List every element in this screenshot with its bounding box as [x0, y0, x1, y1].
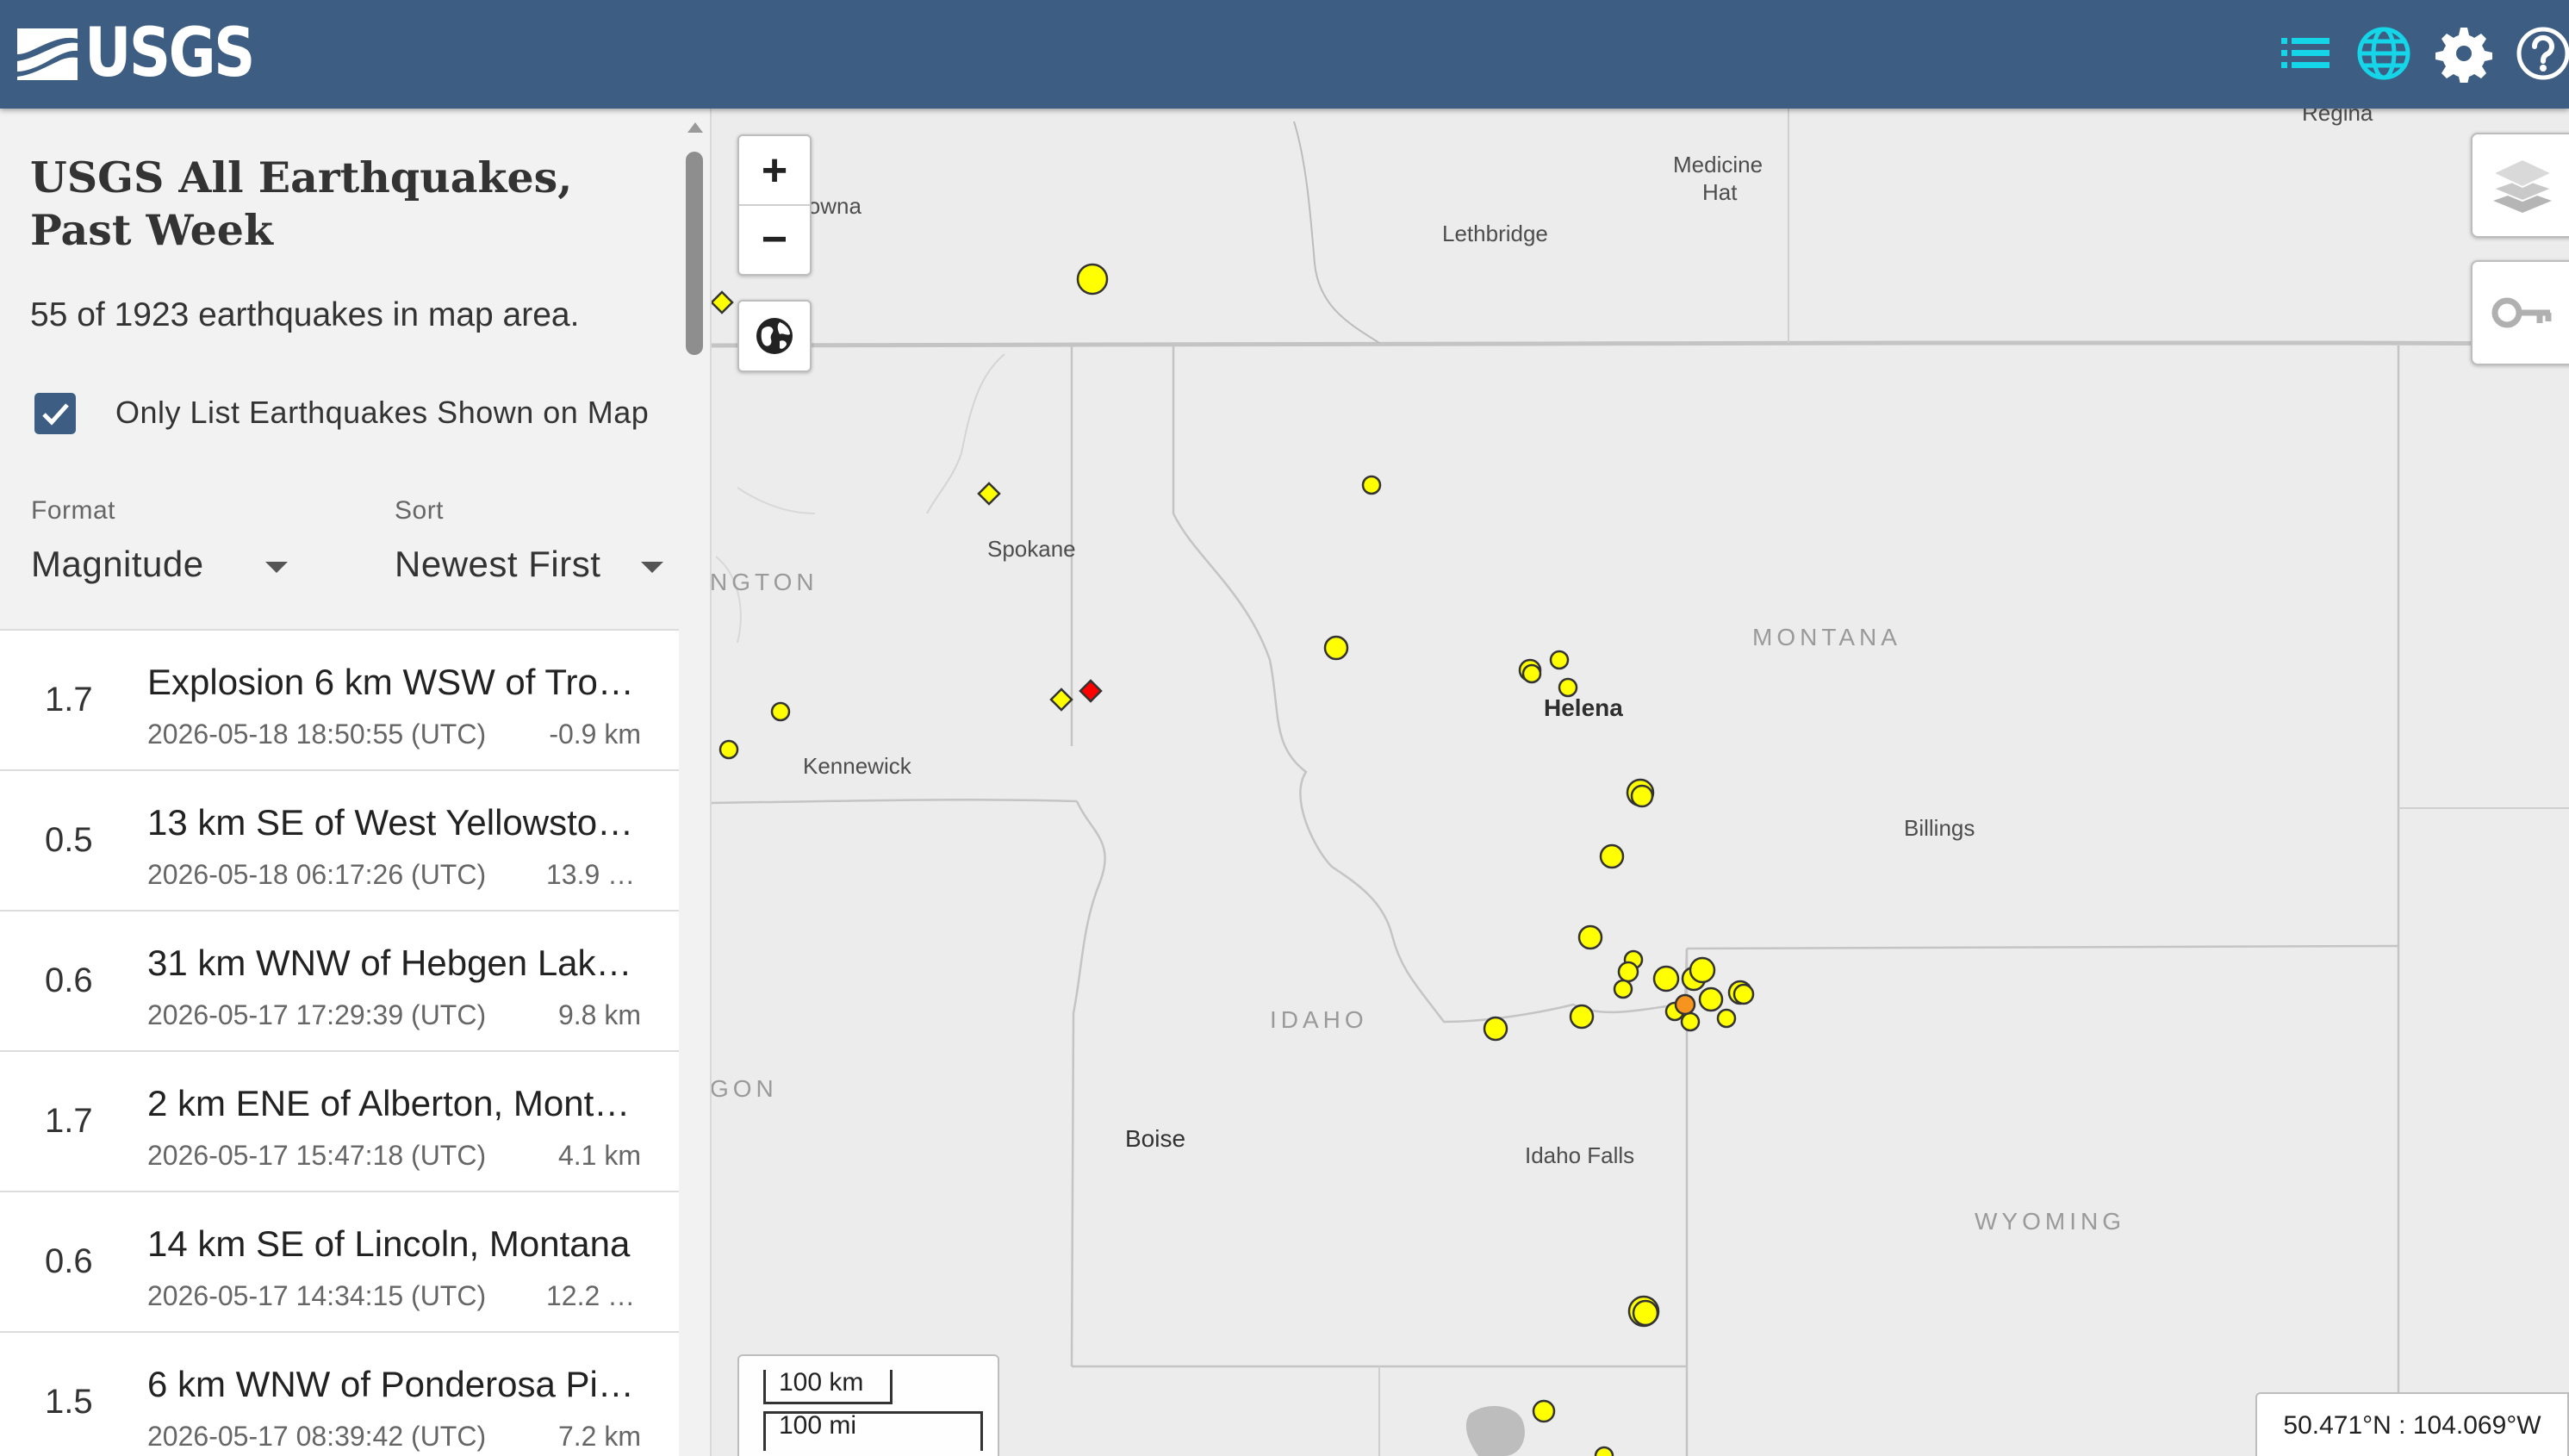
magnitude: 0.5 — [45, 821, 93, 859]
earthquake-marker — [1076, 263, 1109, 296]
earthquake-marker — [1630, 784, 1654, 808]
event-depth: 4.1 km — [557, 1140, 641, 1171]
event-depth: 12.2 km — [546, 1280, 641, 1311]
magnitude: 0.6 — [45, 961, 93, 999]
earthquake-marker — [1532, 1399, 1556, 1423]
list-item[interactable]: 1.7 2 km ENE of Alberton, Montana 2026-0… — [0, 1052, 679, 1192]
chevron-down-icon — [641, 562, 663, 573]
map-scale-bar: 100 km 100 mi — [737, 1354, 999, 1456]
earthquake-marker — [1716, 1008, 1737, 1029]
magnitude: 0.6 — [45, 1242, 93, 1280]
earthquake-marker — [1599, 843, 1625, 869]
earthquake-marker — [1577, 924, 1603, 950]
globe-icon[interactable] — [2354, 24, 2413, 83]
earthquake-marker — [1689, 956, 1716, 984]
earthquake-marker — [718, 739, 739, 760]
cursor-coordinates: 50.471°N : 104.069°W — [2255, 1392, 2569, 1456]
magnitude: 1.5 — [45, 1383, 93, 1421]
earthquake-list: 1.7 Explosion 6 km WSW of Troy, Montana … — [0, 629, 679, 1456]
sort-label: Sort — [395, 496, 445, 525]
earthquake-marker — [1483, 1016, 1508, 1042]
earthquake-marker — [1558, 677, 1578, 698]
earthquake-map[interactable]: Regina lowna Medicine Hat Lethbridge Spo… — [712, 109, 2569, 1456]
page-title: USGS All Earthquakes, Past Week — [30, 152, 573, 255]
only-list-checkbox[interactable] — [34, 393, 76, 434]
event-place: 14 km SE of Lincoln, Montana — [147, 1223, 631, 1264]
sidebar-scrollbar[interactable] — [681, 109, 706, 1456]
gear-icon[interactable] — [2435, 24, 2493, 83]
scale-km-label: 100 km — [779, 1368, 864, 1397]
event-depth: 13.9 km — [546, 859, 641, 890]
event-time: 2026-05-17 17:29:39 (UTC) — [147, 999, 487, 1030]
earthquake-list-panel: USGS All Earthquakes, Past Week 55 of 19… — [0, 109, 712, 1456]
earthquake-marker — [1698, 986, 1724, 1012]
event-time: 2026-05-17 15:47:18 (UTC) — [147, 1140, 487, 1171]
legend-button[interactable] — [2471, 260, 2569, 365]
earthquake-marker — [1521, 663, 1542, 684]
earthquake-marker — [1549, 650, 1570, 670]
layers-button[interactable] — [2471, 133, 2569, 238]
earthquake-marker — [1569, 1004, 1595, 1030]
earthquake-marker-recent — [1674, 993, 1696, 1016]
list-item[interactable]: 1.7 Explosion 6 km WSW of Troy, Montana … — [0, 631, 679, 771]
list-item[interactable]: 0.6 31 km WNW of Hebgen Lake Estates, Mo… — [0, 912, 679, 1052]
explosion-marker — [1049, 688, 1073, 712]
event-depth: 9.8 km — [557, 999, 641, 1030]
help-icon[interactable] — [2514, 24, 2569, 83]
earthquake-count: 55 of 1923 earthquakes in map area. — [30, 296, 580, 333]
explosion-marker — [977, 482, 1001, 506]
magnitude: 1.7 — [45, 681, 93, 719]
earthquake-marker — [1323, 635, 1349, 661]
earthquake-marker — [1594, 1446, 1614, 1456]
earthquake-marker — [1613, 979, 1633, 999]
event-depth: 7.2 km — [557, 1421, 641, 1452]
zoom-in-button[interactable]: + — [739, 136, 810, 206]
earthquake-marker — [1361, 475, 1382, 495]
chevron-down-icon — [265, 562, 288, 573]
earthquake-marker — [770, 701, 791, 722]
key-icon — [2491, 297, 2552, 328]
sort-value: Newest First — [395, 544, 601, 584]
zoom-out-button[interactable]: − — [739, 205, 810, 273]
earthquake-marker — [1632, 1299, 1659, 1327]
usgs-logo[interactable]: USGS — [16, 19, 281, 88]
earthquake-marker — [1617, 961, 1639, 983]
scale-mi-label: 100 mi — [779, 1411, 857, 1440]
event-time: 2026-05-17 08:39:42 (UTC) — [147, 1421, 487, 1452]
globe-icon — [756, 318, 793, 354]
zoom-control: + − — [737, 134, 812, 276]
format-select[interactable]: Format Magnitude — [0, 496, 322, 634]
explosion-marker-recent — [1079, 679, 1103, 703]
world-view-button[interactable] — [737, 300, 812, 372]
list-item[interactable]: 0.5 13 km SE of West Yellowstone, Montan… — [0, 771, 679, 912]
event-place: 6 km WNW of Ponderosa Pines, Montana — [147, 1364, 640, 1404]
format-value: Magnitude — [31, 544, 204, 584]
earthquake-marker — [1652, 965, 1680, 992]
sort-select[interactable]: Sort Newest First — [358, 496, 679, 634]
event-place: 31 km WNW of Hebgen Lake Estates, Montan… — [147, 943, 640, 983]
earthquake-marker — [1680, 1011, 1701, 1032]
layers-icon — [2491, 158, 2553, 213]
event-time: 2026-05-18 18:50:55 (UTC) — [147, 719, 487, 750]
explosion-marker — [712, 290, 734, 314]
event-depth: -0.9 km — [549, 719, 641, 750]
usgs-wave-icon — [17, 28, 78, 80]
event-time: 2026-05-17 14:34:15 (UTC) — [147, 1280, 487, 1311]
scrollbar-thumb[interactable] — [686, 152, 703, 355]
event-place: Explosion 6 km WSW of Troy, Montana — [147, 662, 640, 702]
scroll-up-arrow-icon[interactable] — [687, 122, 703, 133]
event-time: 2026-05-18 06:17:26 (UTC) — [147, 859, 487, 890]
format-label: Format — [31, 496, 116, 525]
app-header: USGS — [0, 0, 2569, 109]
logo-text: USGS — [84, 15, 255, 92]
earthquake-markers — [712, 263, 1755, 1456]
earthquake-marker — [1732, 983, 1755, 1005]
magnitude: 1.7 — [45, 1102, 93, 1140]
list-icon[interactable] — [2276, 24, 2335, 83]
list-item[interactable]: 1.5 6 km WNW of Ponderosa Pines, Montana… — [0, 1333, 679, 1456]
only-list-checkbox-label[interactable]: Only List Earthquakes Shown on Map — [115, 395, 649, 431]
event-place: 13 km SE of West Yellowstone, Montana — [147, 802, 640, 843]
event-place: 2 km ENE of Alberton, Montana — [147, 1083, 640, 1123]
list-item[interactable]: 0.6 14 km SE of Lincoln, Montana 2026-05… — [0, 1192, 679, 1333]
